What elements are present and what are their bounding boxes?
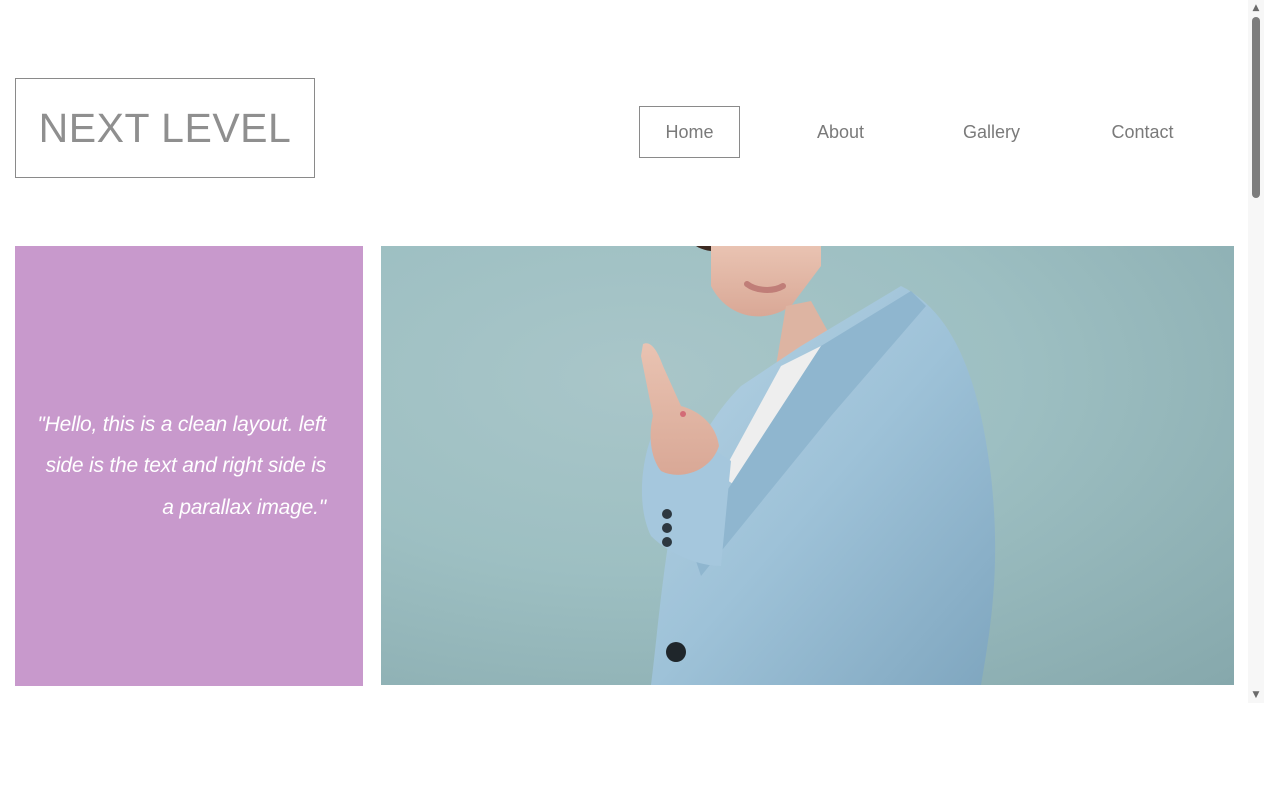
quote-panel: "Hello, this is a clean layout. left sid… xyxy=(15,246,363,686)
nav-item-contact[interactable]: Contact xyxy=(1092,106,1193,158)
scroll-down-arrow-icon[interactable]: ▼ xyxy=(1248,688,1264,702)
nav-item-home[interactable]: Home xyxy=(639,106,740,158)
nav-item-label: About xyxy=(816,121,865,142)
hero-quote: "Hello, this is a clean layout. left sid… xyxy=(37,412,326,519)
page-viewport: NEXT LEVEL Home About Gallery Contact "H… xyxy=(0,0,1264,703)
nav-item-about[interactable]: About xyxy=(790,106,891,158)
nav-item-label: Gallery xyxy=(962,121,1020,142)
nav-item-gallery[interactable]: Gallery xyxy=(941,106,1042,158)
site-logo[interactable]: NEXT LEVEL xyxy=(15,78,315,178)
logo-text: NEXT LEVEL xyxy=(38,104,292,151)
nav-item-label: Home xyxy=(665,121,714,142)
nav-item-label: Contact xyxy=(1111,121,1174,142)
below-viewport-area xyxy=(0,703,1280,800)
scrollbar-thumb[interactable] xyxy=(1252,17,1260,198)
vertical-scrollbar[interactable]: ▲ ▼ xyxy=(1248,0,1264,703)
parallax-image xyxy=(381,246,1234,685)
woman-in-blue-blazer-pointing-photo xyxy=(641,246,996,685)
scroll-up-arrow-icon[interactable]: ▲ xyxy=(1248,1,1264,15)
